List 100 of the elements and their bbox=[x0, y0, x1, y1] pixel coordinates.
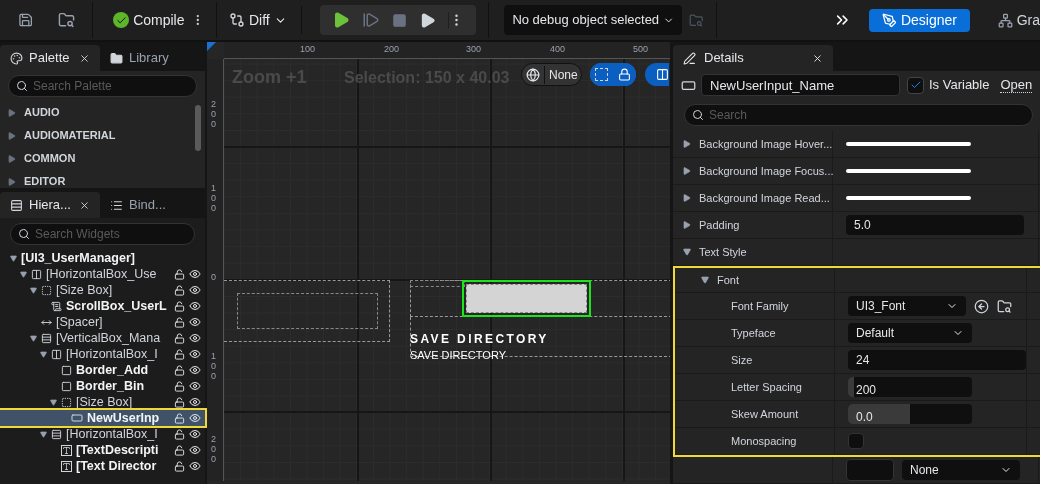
unlocked-icon[interactable] bbox=[174, 284, 185, 296]
palette-category[interactable]: AUDIOMATERIAL bbox=[0, 124, 195, 147]
collapsed-arrow-icon[interactable] bbox=[8, 154, 16, 163]
panel-tab[interactable]: Hiera... bbox=[0, 192, 100, 218]
unlocked-icon[interactable] bbox=[174, 444, 185, 456]
palette-category[interactable]: EDITOR bbox=[0, 170, 195, 188]
eye-icon[interactable] bbox=[189, 412, 201, 424]
unlocked-icon[interactable] bbox=[174, 364, 185, 376]
stop-icon[interactable] bbox=[391, 12, 407, 28]
widget-name-field[interactable]: NewUserInput_Name bbox=[701, 74, 900, 97]
unlocked-icon[interactable] bbox=[174, 348, 185, 360]
search-field[interactable]: Search bbox=[684, 104, 1033, 127]
tree-row[interactable]: Border_Bin bbox=[0, 378, 205, 394]
eye-icon[interactable] bbox=[189, 300, 201, 312]
unlocked-icon[interactable] bbox=[174, 428, 185, 440]
unlocked-icon[interactable] bbox=[174, 316, 185, 328]
browse-icon[interactable] bbox=[58, 10, 76, 30]
slider-field[interactable]: 0.0 bbox=[848, 404, 972, 424]
tree-row[interactable]: [UI3_UserManager] bbox=[0, 250, 205, 266]
collapsed-arrow-icon[interactable] bbox=[683, 167, 691, 175]
rows-icon bbox=[51, 428, 62, 440]
browse-icon[interactable] bbox=[997, 298, 1012, 314]
panel-tab[interactable]: Palette bbox=[0, 45, 100, 71]
material-swatch[interactable] bbox=[846, 459, 894, 481]
collapsed-arrow-icon[interactable] bbox=[8, 108, 16, 117]
eye-icon[interactable] bbox=[189, 284, 201, 296]
eye-icon[interactable] bbox=[189, 428, 201, 440]
tree-row[interactable]: [Size Box] bbox=[0, 282, 205, 298]
collapsed-arrow-icon[interactable] bbox=[8, 177, 16, 186]
palette-category[interactable]: COMMON bbox=[0, 147, 195, 170]
localization-selector[interactable]: None bbox=[521, 63, 582, 86]
mode-tab[interactable]: Designer bbox=[869, 8, 970, 32]
scrollbar[interactable] bbox=[195, 105, 201, 151]
unlocked-icon[interactable] bbox=[174, 460, 185, 472]
collapsed-arrow-icon[interactable] bbox=[683, 221, 691, 229]
save-icon[interactable] bbox=[18, 11, 34, 29]
number-field[interactable]: 24 bbox=[848, 350, 1026, 370]
tree-row[interactable]: [Size Box] bbox=[0, 394, 205, 410]
close-icon[interactable] bbox=[79, 52, 90, 64]
tree-row[interactable]: [HorizontalBox_I bbox=[0, 426, 205, 442]
eye-icon[interactable] bbox=[189, 268, 201, 280]
tree-row[interactable]: [VerticalBox_Mana bbox=[0, 330, 205, 346]
expanded-arrow-icon[interactable] bbox=[20, 270, 27, 278]
eye-icon[interactable] bbox=[189, 332, 201, 344]
tree-row[interactable]: Border_Add bbox=[0, 362, 205, 378]
tree-row[interactable]: [HorizontalBox_I bbox=[0, 346, 205, 362]
tree-row[interactable]: [Text Director bbox=[0, 458, 205, 474]
compile-button[interactable]: Compile bbox=[113, 9, 185, 31]
close-icon[interactable] bbox=[79, 199, 90, 211]
expanded-arrow-icon[interactable] bbox=[50, 398, 57, 406]
open-link[interactable]: Open bbox=[1000, 77, 1033, 93]
panel-tab[interactable]: Library bbox=[100, 45, 200, 71]
eye-icon[interactable] bbox=[189, 348, 201, 360]
typeface-dropdown[interactable]: Default bbox=[848, 323, 972, 343]
eye-icon[interactable] bbox=[189, 316, 201, 328]
use-selected-icon[interactable] bbox=[974, 298, 989, 314]
tree-row[interactable]: [HorizontalBox_Use bbox=[0, 266, 205, 282]
unlocked-icon[interactable] bbox=[174, 332, 185, 344]
number-field[interactable]: 5.0 bbox=[846, 215, 1024, 235]
eye-icon[interactable] bbox=[189, 460, 201, 472]
unlocked-icon[interactable] bbox=[174, 380, 185, 392]
eye-icon[interactable] bbox=[189, 444, 201, 456]
search-field[interactable]: Search Palette bbox=[8, 75, 197, 97]
eye-icon[interactable] bbox=[189, 364, 201, 376]
collapsed-arrow-icon[interactable] bbox=[683, 194, 691, 202]
unlocked-icon[interactable] bbox=[174, 396, 185, 408]
expanded-arrow-icon[interactable] bbox=[30, 334, 37, 342]
panel-tab[interactable]: Bind... bbox=[100, 192, 200, 218]
eye-icon[interactable] bbox=[189, 396, 201, 408]
step-icon[interactable] bbox=[361, 11, 380, 29]
expanded-arrow-icon[interactable] bbox=[40, 350, 47, 358]
close-icon[interactable] bbox=[812, 52, 823, 64]
panel-tab[interactable]: Details bbox=[673, 45, 833, 71]
collapsed-arrow-icon[interactable] bbox=[683, 140, 691, 148]
unlocked-icon[interactable] bbox=[174, 268, 185, 280]
tree-row[interactable]: [Spacer] bbox=[0, 314, 205, 330]
eye-icon[interactable] bbox=[189, 380, 201, 392]
search-field[interactable]: Search Widgets bbox=[10, 223, 195, 245]
tree-row[interactable]: ScrollBox_UserL bbox=[0, 298, 205, 314]
material-dropdown[interactable]: None bbox=[902, 460, 1020, 480]
diff-button[interactable]: Diff bbox=[228, 9, 287, 31]
expanded-arrow-icon[interactable] bbox=[701, 276, 709, 284]
expanded-arrow-icon[interactable] bbox=[30, 286, 37, 294]
expanded-arrow-icon[interactable] bbox=[40, 430, 47, 438]
expanded-arrow-icon[interactable] bbox=[10, 254, 17, 262]
tree-row[interactable]: [TextDescripti bbox=[0, 442, 205, 458]
toggle-button[interactable] bbox=[645, 63, 669, 86]
checkbox[interactable] bbox=[907, 76, 924, 94]
collapsed-arrow-icon[interactable] bbox=[8, 131, 16, 140]
asset-dropdown[interactable]: UI3_Font bbox=[848, 296, 966, 316]
debug-object-dropdown[interactable]: No debug object selected bbox=[504, 5, 683, 35]
tree-row[interactable]: NewUserInp bbox=[0, 410, 205, 426]
unlocked-icon[interactable] bbox=[174, 412, 185, 424]
checkbox[interactable] bbox=[848, 433, 864, 449]
slider-field[interactable]: 200 bbox=[848, 377, 972, 397]
selected-text-box[interactable] bbox=[462, 280, 591, 317]
unlocked-icon[interactable] bbox=[174, 300, 185, 312]
expanded-arrow-icon[interactable] bbox=[683, 248, 691, 256]
mode-tab[interactable]: Gra bbox=[997, 8, 1040, 32]
palette-category[interactable]: AUDIO bbox=[0, 101, 195, 124]
